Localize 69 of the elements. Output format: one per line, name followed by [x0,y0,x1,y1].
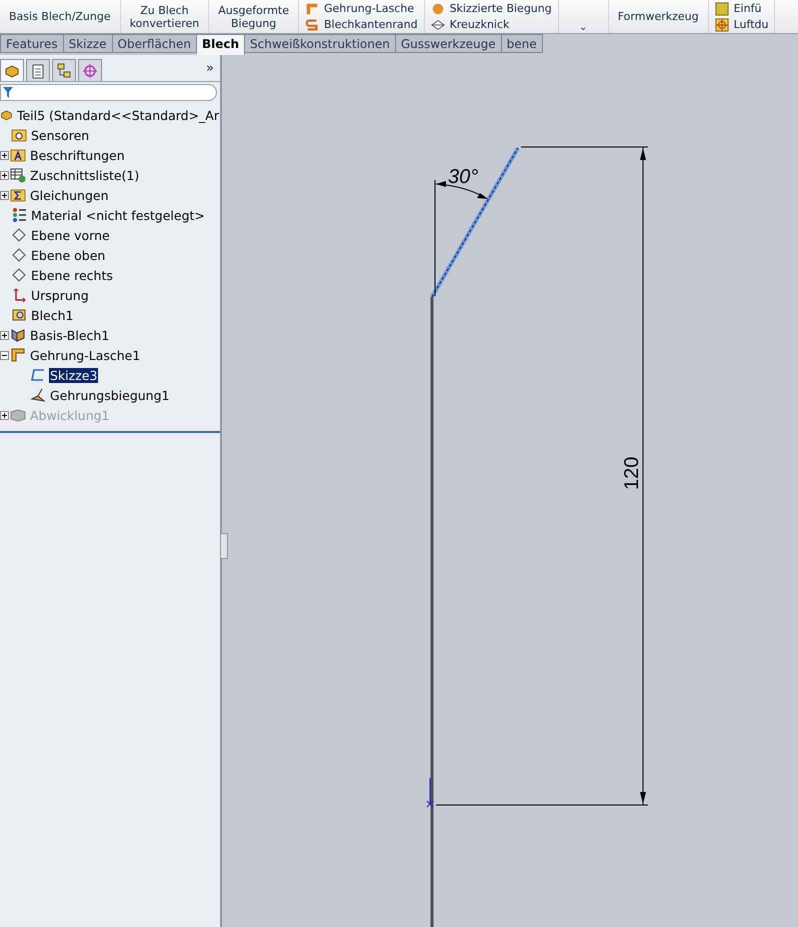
tree-item[interactable]: Sensoren [30,128,90,142]
expand-toggle[interactable] [0,150,9,160]
plane-icon [11,247,27,263]
panel-tab[interactable] [52,59,76,81]
folder-icon [10,147,26,163]
filter-field[interactable] [0,84,217,101]
expand-toggle[interactable] [0,330,9,340]
folder-icon [11,127,27,143]
hem-icon [305,18,319,32]
tree-item[interactable]: Blech1 [30,308,74,322]
command-tab[interactable]: Gusswerkzeuge [396,34,502,53]
tree-item[interactable]: Ebene vorne [30,228,111,242]
document-icon [30,62,46,78]
ribbon-button[interactable]: Zu Blech konvertieren [120,0,210,33]
tree-item[interactable]: Teil5 (Standard<<Standard>_Ar [16,108,220,122]
panel-tab[interactable] [26,59,50,81]
tree-item[interactable]: Gleichungen [29,188,110,202]
command-tab[interactable]: Features [0,34,64,53]
length-dimension[interactable]: 120 [621,456,643,490]
plane-icon [11,227,27,243]
cross-break-icon [430,18,445,32]
ribbon-button[interactable]: Skizzierte Biegung [430,2,552,16]
expand-toggle[interactable] [0,170,9,180]
command-tab[interactable]: Schweißkonstruktionen [245,34,396,53]
table-icon [10,167,26,183]
angle-dimension[interactable]: 30° [448,166,478,188]
vent-icon [714,18,729,32]
more-button[interactable]: ⌄ [558,0,609,33]
flange-icon [10,327,26,343]
hierarchy-icon [56,62,72,78]
plane-icon [11,267,27,283]
tree-item[interactable]: Zuschnittsliste(1) [29,168,140,182]
flange-icon [305,2,319,16]
panel-grip[interactable] [220,533,228,559]
tree-item[interactable]: Basis-Blech1 [29,328,110,342]
folder-icon [10,187,26,203]
parts-icon [4,62,20,78]
tree-item[interactable]: Material <nicht festgelegt> [30,208,206,222]
command-tab[interactable]: Oberflächen [112,34,197,53]
origin-icon [11,287,27,303]
ribbon-button[interactable]: Ausgeformte Biegung [209,0,299,33]
panel-tab[interactable] [78,59,102,81]
ribbon-button[interactable]: Luftdu [714,18,768,32]
tree-item[interactable]: Ebene oben [30,248,106,262]
expand-button[interactable]: » [206,60,214,76]
ribbon-button[interactable]: Kreuzknick [430,18,552,32]
tree-item[interactable]: Ebene rechts [30,268,114,282]
expand-toggle[interactable] [0,190,9,200]
tree-item[interactable]: Gehrung-Lasche1 [29,348,142,362]
panel-tab[interactable] [0,59,24,81]
flange-icon [10,347,26,363]
flat-pattern-icon [10,407,26,423]
tree-item[interactable]: Ursprung [30,288,90,302]
tree-item[interactable]: Skizze3 [49,368,98,382]
tree-item[interactable]: Gehrungsbiegung1 [49,388,170,402]
ribbon-button[interactable]: Gehrung-Lasche [305,2,418,16]
ribbon-button[interactable]: Einfü [714,2,768,16]
command-tab[interactable]: Skizze [64,34,112,53]
command-tab[interactable]: Blech [196,34,246,55]
material-icon [11,207,27,223]
sketch-icon [30,367,46,383]
ribbon-button[interactable]: Basis Blech/Zunge [0,0,121,33]
tree-item[interactable]: Beschriftungen [29,148,126,162]
ribbon-button[interactable]: Blechkantenrand [305,18,418,32]
ribbon-button[interactable]: Formwerkzeug [608,0,709,33]
command-tab[interactable]: bene [502,34,543,53]
collapse-toggle[interactable] [0,350,9,360]
crosshair-icon [82,62,98,78]
filter-icon [3,87,13,98]
